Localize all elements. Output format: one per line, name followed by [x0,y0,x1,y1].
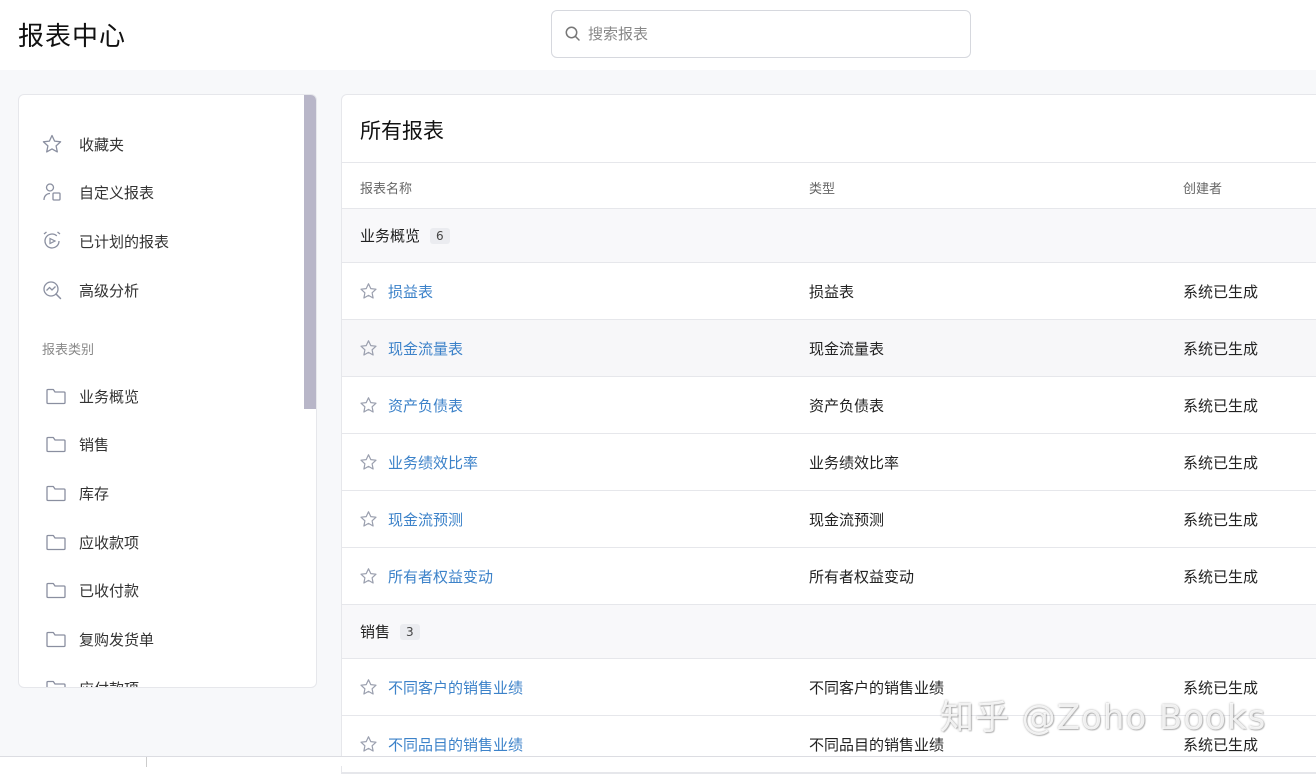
report-link[interactable]: 不同客户的销售业绩 [388,677,523,698]
sidebar-scrollbar[interactable] [304,95,316,409]
sidebar-item-recurring-invoices[interactable]: 复购发货单 [45,626,154,652]
group-header-sales[interactable]: 销售 3 [342,605,1316,659]
sidebar-item-label: 复购发货单 [79,630,155,649]
sidebar-item-favorites[interactable]: 收藏夹 [41,131,124,157]
group-count-badge: 6 [430,227,450,244]
sidebar-item-label: 业务概览 [79,387,140,406]
sidebar-item-label: 库存 [79,484,110,503]
column-header-type[interactable]: 类型 [809,178,835,197]
table-row: 现金流量表 现金流量表 系统已生成 [342,320,1316,377]
search-box[interactable] [551,10,971,58]
sidebar-item-label: 应付款项 [79,678,139,688]
folder-icon [46,680,66,687]
top-header: 报表中心 [0,0,1316,70]
report-creator: 系统已生成 [1183,397,1259,415]
sidebar-item-receivables[interactable]: 应收款项 [45,529,139,555]
group-name: 业务概览 [360,227,421,245]
report-type: 现金流预测 [809,511,885,529]
report-link[interactable]: 不同品目的销售业绩 [388,734,523,755]
table-header: 报表名称 类型 创建者 [342,162,1316,209]
star-icon[interactable] [359,339,378,358]
search-icon [565,26,580,41]
report-type: 所有者权益变动 [809,568,915,586]
all-reports-panel: 所有报表 报表名称 类型 创建者 业务概览 6 损益表 损益表 系统已生成 现金… [341,94,1316,774]
star-icon[interactable] [359,510,378,529]
scheduled-icon [43,231,61,249]
bottom-bar [0,756,1316,767]
report-link[interactable]: 损益表 [388,281,433,302]
sidebar: 收藏夹 自定义报表 已计划的报表 高级分析 报表类别 业务概览 销售 库存 应收… [18,94,317,688]
group-count-badge: 3 [400,623,420,640]
sidebar-item-scheduled[interactable]: 已计划的报表 [41,228,169,254]
report-link[interactable]: 现金流预测 [388,509,463,530]
folder-icon [46,582,66,599]
table-row: 损益表 损益表 系统已生成 [342,263,1316,320]
sidebar-item-custom-reports[interactable]: 自定义报表 [41,179,154,205]
table-row: 所有者权益变动 所有者权益变动 系统已生成 [342,548,1316,605]
search-input[interactable] [588,21,958,47]
sidebar-item-sales[interactable]: 销售 [45,431,109,457]
sidebar-item-advanced-analytics[interactable]: 高级分析 [41,277,139,303]
analytics-icon [43,281,62,300]
table-row: 现金流预测 现金流预测 系统已生成 [342,491,1316,548]
star-icon[interactable] [359,678,378,697]
report-link[interactable]: 现金流量表 [388,338,463,359]
column-header-name[interactable]: 报表名称 [360,178,412,197]
panel-title: 所有报表 [360,119,444,143]
sidebar-item-payments-received[interactable]: 已收付款 [45,577,139,603]
star-icon[interactable] [359,282,378,301]
page-title: 报表中心 [18,22,127,52]
group-header-business-overview[interactable]: 业务概览 6 [342,209,1316,263]
report-creator: 系统已生成 [1183,568,1259,586]
folder-icon [46,436,66,453]
report-type: 不同客户的销售业绩 [809,679,945,697]
report-type: 资产负债表 [809,397,885,415]
star-icon[interactable] [359,567,378,586]
sidebar-item-label: 高级分析 [79,281,140,300]
sidebar-item-business-overview[interactable]: 业务概览 [45,383,139,409]
report-categories-heading: 报表类别 [42,343,95,358]
sidebar-item-label: 销售 [79,435,110,454]
sidebar-item-payables[interactable]: 应付款项 [45,675,139,688]
star-icon[interactable] [359,396,378,415]
report-creator: 系统已生成 [1183,340,1259,358]
column-header-creator[interactable]: 创建者 [1183,178,1222,197]
sidebar-item-label: 收藏夹 [79,135,125,154]
star-icon[interactable] [359,453,378,472]
sidebar-item-label: 自定义报表 [79,183,155,202]
folder-icon [46,388,66,405]
report-creator: 系统已生成 [1183,283,1259,301]
folder-icon [46,631,66,648]
report-creator: 系统已生成 [1183,511,1259,529]
star-icon [42,134,62,153]
folder-icon [46,534,66,551]
folder-icon [46,485,66,502]
sidebar-item-label: 已收付款 [79,581,140,600]
sidebar-item-label: 已计划的报表 [79,232,170,251]
report-link[interactable]: 资产负债表 [388,395,463,416]
report-creator: 系统已生成 [1183,454,1259,472]
user-report-icon [43,183,61,201]
report-type: 业务绩效比率 [809,454,900,472]
table-row: 业务绩效比率 业务绩效比率 系统已生成 [342,434,1316,491]
sidebar-item-inventory[interactable]: 库存 [45,480,109,506]
group-name: 销售 [360,623,391,641]
report-type: 不同品目的销售业绩 [809,736,945,754]
table-row: 资产负债表 资产负债表 系统已生成 [342,377,1316,434]
report-type: 损益表 [809,283,855,301]
report-link[interactable]: 所有者权益变动 [388,566,493,587]
report-type: 现金流量表 [809,340,885,358]
report-link[interactable]: 业务绩效比率 [388,452,478,473]
star-icon[interactable] [359,735,378,754]
watermark: 知乎 @Zoho Books [940,698,1267,738]
sidebar-item-label: 应收款项 [79,533,140,552]
